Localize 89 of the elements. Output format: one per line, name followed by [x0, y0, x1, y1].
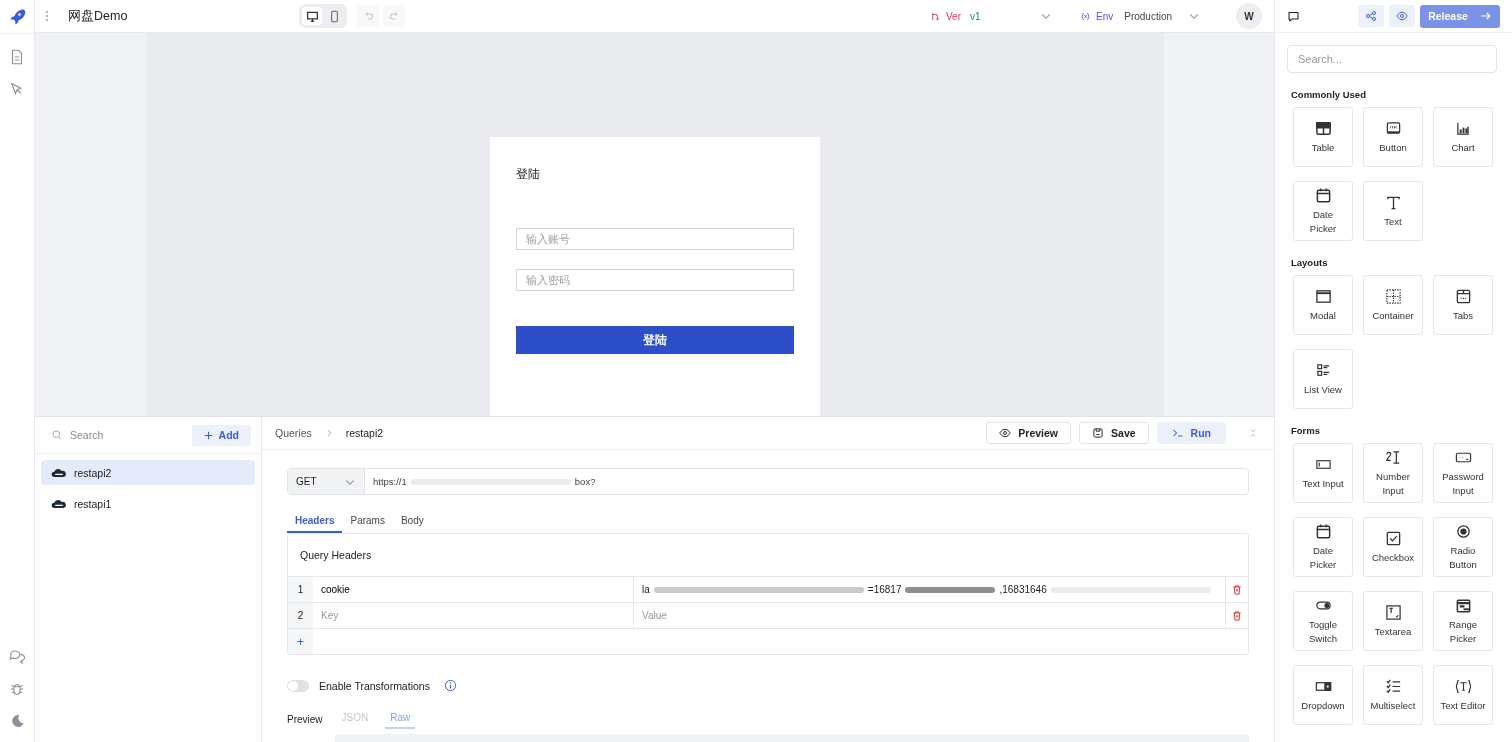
widget-tile[interactable]: Chart	[1433, 107, 1493, 167]
widget-tile[interactable]: Date Picker	[1293, 181, 1353, 241]
arrow-icon	[1479, 10, 1492, 22]
widget-tile[interactable]: Text	[1363, 181, 1423, 241]
desktop-button[interactable]	[302, 7, 323, 25]
app-title: 网盘Demo	[68, 7, 128, 25]
ok-button-icon	[1384, 119, 1402, 137]
list-icon	[1314, 361, 1332, 379]
section-title: Layouts	[1291, 257, 1329, 268]
table-icon	[1314, 119, 1332, 137]
query-item[interactable]: restapi2	[41, 460, 255, 485]
breadcrumb-current: restapi2	[345, 427, 384, 439]
preview-button[interactable]	[1389, 5, 1415, 27]
terminal-icon	[1171, 427, 1184, 439]
version-select[interactable]: Ver v1	[930, 5, 1052, 27]
widget-tile[interactable]: Checkbox	[1363, 517, 1423, 577]
toggle-switch[interactable]	[287, 679, 309, 692]
widget-tile[interactable]: Textarea	[1363, 591, 1423, 651]
info-icon[interactable]	[443, 679, 457, 692]
value-field[interactable]: la =16817 ,16831646	[634, 577, 1226, 602]
delete-icon[interactable]	[1231, 583, 1243, 596]
calendar-range-icon	[1454, 597, 1472, 615]
plus-icon	[203, 430, 213, 440]
tab[interactable]: Body	[392, 511, 432, 533]
widget-tile[interactable]: Modal	[1293, 275, 1353, 335]
form-title: 登陆	[515, 167, 541, 182]
add-row-button[interactable]: +	[288, 629, 313, 654]
widget-tile[interactable]: Container	[1363, 275, 1423, 335]
calendar-icon	[1314, 187, 1332, 205]
breadcrumb-link[interactable]: Queries	[275, 427, 312, 439]
drag-handle-icon[interactable]	[45, 10, 49, 22]
widget-tile[interactable]: Password Input	[1433, 443, 1493, 503]
widget-tile[interactable]: Dropdown	[1293, 665, 1353, 725]
delete-icon[interactable]	[1231, 609, 1243, 622]
row-number: 2	[288, 603, 313, 628]
floppy-icon	[1092, 427, 1105, 439]
checkbox-icon	[1384, 529, 1402, 547]
environment-select[interactable]: Env Production	[1080, 5, 1200, 27]
run-button[interactable]: Run	[1156, 422, 1226, 444]
widget-tile[interactable]: List View	[1293, 349, 1353, 409]
section-title: Forms	[1291, 425, 1322, 436]
query-item[interactable]: restapi1	[41, 491, 255, 516]
checklist-icon	[1384, 677, 1402, 695]
widget-tile[interactable]: Button	[1363, 107, 1423, 167]
braces-text-icon	[1454, 677, 1472, 695]
widget-tile[interactable]: Range Picker	[1433, 591, 1493, 651]
widget-tile[interactable]: Radio Button	[1433, 517, 1493, 577]
number-input-icon	[1384, 449, 1402, 467]
widget-tile[interactable]: Table	[1293, 107, 1353, 167]
widget-tile[interactable]: Toggle Switch	[1293, 591, 1353, 651]
tabs-icon	[1454, 287, 1472, 305]
tab[interactable]: Headers	[287, 511, 343, 533]
search-icon	[51, 429, 63, 441]
preview-button[interactable]: Preview	[986, 422, 1072, 444]
widget-tile[interactable]: Tabs	[1433, 275, 1493, 335]
comment-icon[interactable]	[1287, 9, 1300, 23]
eye-icon	[999, 427, 1012, 439]
cloud-icon	[51, 498, 67, 509]
share-icon	[1365, 10, 1377, 22]
radio-icon	[1454, 523, 1472, 541]
toggle-label: Enable Transformations	[319, 679, 430, 692]
monitor-icon	[305, 9, 319, 23]
calendar-icon	[1314, 523, 1332, 541]
widget-tile[interactable]: Number Input	[1363, 443, 1423, 503]
variable-icon	[1080, 10, 1091, 22]
chat-icon[interactable]	[8, 648, 26, 666]
user-avatar[interactable]: W	[1236, 3, 1262, 29]
text-input[interactable]: 输入密码	[515, 269, 794, 291]
widget-tile[interactable]: Text Editor	[1433, 665, 1493, 725]
section-title: Commonly Used	[1291, 89, 1367, 100]
text-input[interactable]: 输入账号	[515, 228, 794, 250]
preview-label: Preview	[287, 714, 323, 727]
textarea-icon	[1384, 603, 1402, 621]
row-number: 1	[288, 577, 313, 602]
widget-tile[interactable]: Date Picker	[1293, 517, 1353, 577]
widget-tile[interactable]: Text Input	[1293, 443, 1353, 503]
dashed-grid-icon	[1384, 287, 1402, 305]
branch-icon	[930, 10, 941, 22]
add-button[interactable]: Add	[191, 424, 251, 446]
tab[interactable]: Params	[342, 511, 393, 533]
collapse-icon[interactable]	[1248, 428, 1258, 438]
cloud-icon	[51, 467, 67, 478]
search-field[interactable]: Search...	[1287, 45, 1497, 73]
window-icon	[1314, 287, 1332, 305]
share-button[interactable]	[1358, 5, 1384, 27]
eye-icon	[1396, 10, 1408, 22]
save-button[interactable]: Save	[1079, 422, 1149, 444]
login-button[interactable]: 登陆	[515, 326, 794, 354]
widget-tile[interactable]: Multiselect	[1363, 665, 1423, 725]
